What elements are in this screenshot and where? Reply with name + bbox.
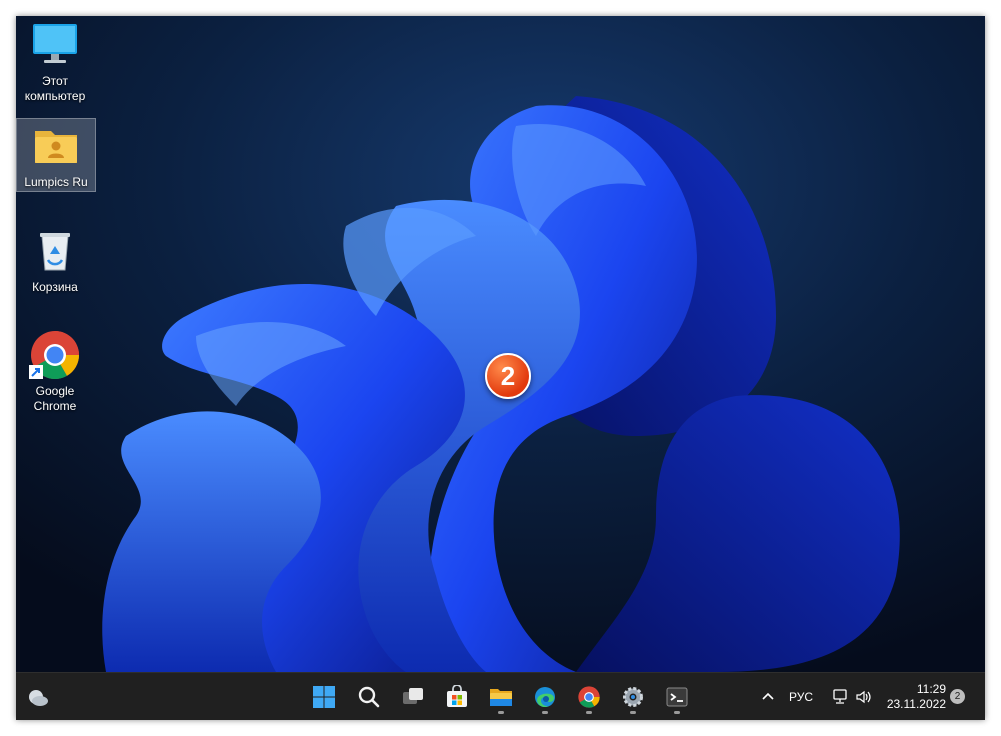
weather-widget-button[interactable] <box>20 679 56 715</box>
desktop-icon-label: Этот <box>42 74 68 88</box>
desktop-icon-label: Lumpics Ru <box>24 175 88 189</box>
running-indicator <box>542 711 548 714</box>
clock-time: 11:29 <box>916 682 946 696</box>
notification-count-badge[interactable]: 2 <box>950 689 965 704</box>
desktop-icon-label: Корзина <box>32 280 78 294</box>
search-icon <box>358 686 380 708</box>
desktop-icon-label: Chrome <box>33 399 77 413</box>
task-view-icon <box>403 688 423 704</box>
store-icon <box>447 685 467 707</box>
chrome-taskbar-button[interactable] <box>571 679 607 715</box>
running-indicator <box>586 711 592 714</box>
running-indicator <box>674 711 680 714</box>
clock[interactable]: 11:29 23.11.2022 <box>880 682 946 712</box>
taskbar: РУС 11:29 23.11.2022 2 <box>16 672 985 720</box>
settings-button[interactable] <box>615 679 651 715</box>
desktop-icon-recycle-bin[interactable]: Корзина <box>16 224 94 296</box>
terminal-icon <box>666 687 688 707</box>
edge-button[interactable] <box>527 679 563 715</box>
running-indicator <box>498 711 504 714</box>
clock-date: 23.11.2022 <box>886 697 946 711</box>
wallpaper <box>16 16 985 672</box>
desktop-screen: Этот компьютер Lumpics Ru Корзина Google… <box>16 16 985 720</box>
chrome-icon <box>28 328 82 382</box>
running-indicator <box>630 711 636 714</box>
user-folder-icon <box>29 119 83 173</box>
desktop-icon-label: компьютер <box>24 89 86 103</box>
chevron-up-icon <box>762 692 774 700</box>
chrome-icon <box>578 686 600 708</box>
search-button[interactable] <box>351 679 387 715</box>
edge-icon <box>535 687 555 708</box>
start-icon <box>313 686 335 708</box>
start-button[interactable] <box>306 679 342 715</box>
show-hidden-icons-button[interactable] <box>756 679 780 715</box>
desktop-icon-lumpics-folder[interactable]: Lumpics Ru <box>16 118 96 192</box>
file-explorer-icon <box>490 689 512 706</box>
task-view-button[interactable] <box>395 679 431 715</box>
desktop-icon-this-pc[interactable]: Этот компьютер <box>16 18 94 106</box>
speaker-icon <box>856 690 871 704</box>
terminal-button[interactable] <box>659 679 695 715</box>
desktop-icon-google-chrome[interactable]: Google Chrome <box>16 328 94 420</box>
recycle-bin-icon <box>28 224 82 278</box>
store-button[interactable] <box>439 679 475 715</box>
language-indicator[interactable]: РУС <box>789 690 813 704</box>
volume-button[interactable] <box>852 679 876 715</box>
step-badge: 2 <box>485 353 531 399</box>
network-icon <box>833 689 847 704</box>
settings-icon <box>623 687 643 707</box>
desktop-icon-label: Google <box>35 384 75 398</box>
monitor-icon <box>28 18 82 72</box>
file-explorer-button[interactable] <box>483 679 519 715</box>
weather-icon <box>29 690 48 706</box>
network-button[interactable] <box>828 679 852 715</box>
